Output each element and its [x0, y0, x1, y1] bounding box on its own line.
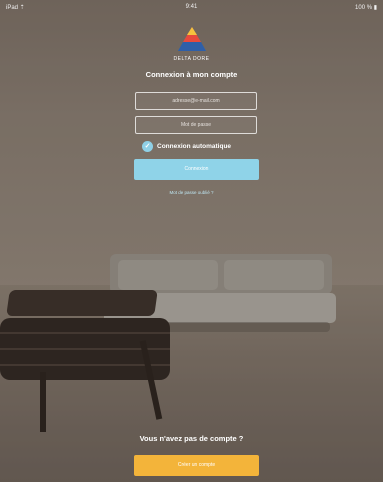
- brand-name: DELTA DORE: [173, 56, 210, 62]
- login-title: Connexion à mon compte: [145, 70, 238, 79]
- status-bar: iPad ⇡ 9:41 100 % ▮: [0, 0, 383, 16]
- no-account-prompt: Vous n'avez pas de compte ?: [139, 434, 244, 443]
- checkmark-icon[interactable]: ✓: [142, 141, 153, 152]
- auto-login-label: Connexion automatique: [157, 143, 232, 150]
- status-battery: 100 % ▮: [355, 5, 377, 11]
- create-account-button[interactable]: Créer un compte: [134, 455, 259, 476]
- password-field[interactable]: Mot de passe: [135, 116, 257, 134]
- login-button[interactable]: Connexion: [134, 159, 259, 180]
- triangle-logo-icon: [178, 27, 206, 51]
- forgot-password-link[interactable]: Mot de passe oublié ?: [0, 190, 383, 195]
- email-field[interactable]: adresse@e-mail.com: [135, 92, 257, 110]
- status-time: 9:41: [185, 4, 198, 10]
